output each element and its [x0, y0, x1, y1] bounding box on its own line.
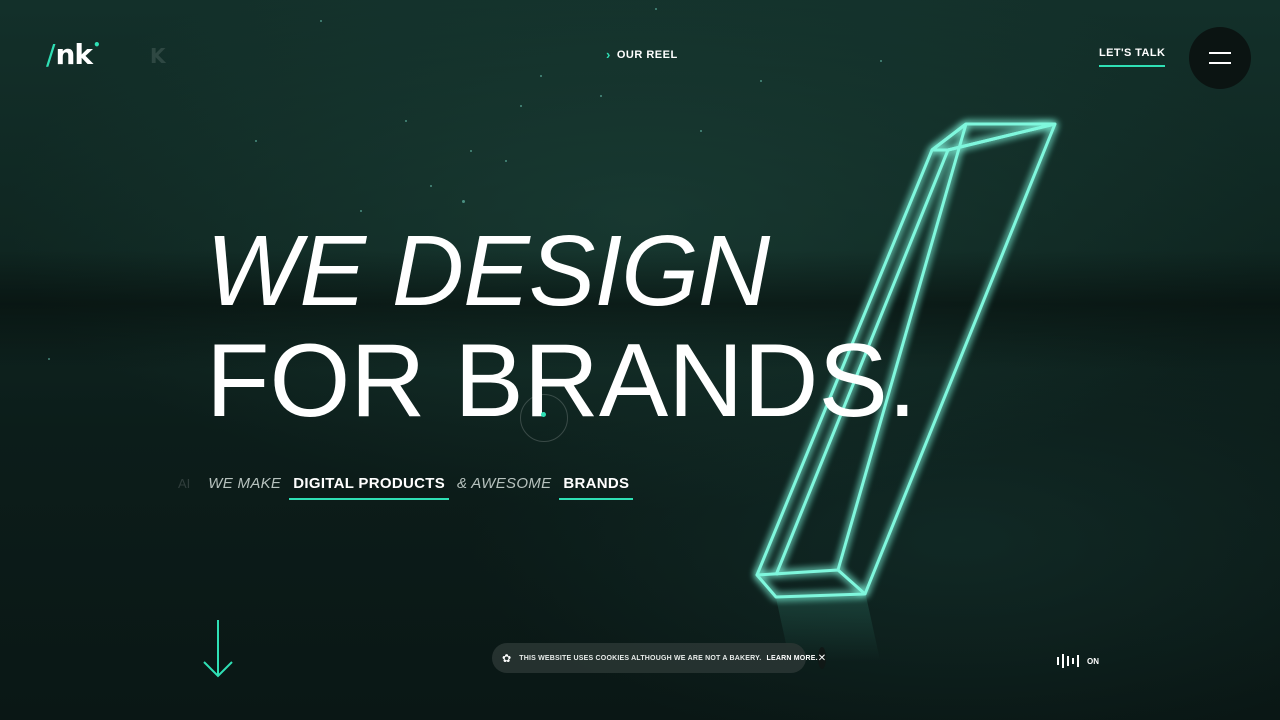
custom-cursor-ring: [520, 394, 568, 442]
menu-icon-bar-bottom: [1209, 62, 1231, 64]
logo-ghost-letter: K: [150, 44, 166, 68]
our-reel-label: OUR REEL: [616, 48, 678, 61]
menu-icon-bar-top: [1209, 52, 1231, 54]
site-logo[interactable]: /nk•: [46, 38, 101, 71]
our-reel-link[interactable]: › OUR REEL: [606, 47, 678, 62]
sound-toggle[interactable]: ON: [1057, 654, 1099, 668]
lets-talk-link[interactable]: LET'S TALK: [1099, 47, 1166, 67]
hero-period: .: [887, 323, 917, 439]
learn-more-link[interactable]: LEARN MORE.: [767, 655, 818, 662]
subline-prefix: WE MAKE: [208, 475, 282, 492]
landing-page: /nk• K › OUR REEL LET'S TALK WE DESIGN F…: [0, 0, 1280, 720]
chevron-right-icon: ›: [606, 47, 611, 62]
hero-headline-line1: WE DESIGN: [206, 215, 770, 327]
logo-dot: •: [93, 38, 101, 52]
digital-products-link[interactable]: DIGITAL PRODUCTS: [289, 475, 449, 500]
subline-ghost-text: AI: [178, 476, 191, 491]
logo-slash: /: [46, 38, 55, 71]
arrow-down-icon[interactable]: [200, 618, 236, 682]
subline-middle: & AWESOME: [457, 475, 552, 492]
cookie-message: THIS WEBSITE USES COOKIES ALTHOUGH WE AR…: [519, 655, 818, 662]
sound-label: ON: [1087, 656, 1099, 666]
close-icon[interactable]: ✕: [817, 647, 827, 669]
menu-button[interactable]: [1189, 27, 1251, 89]
logo-text: nk: [55, 38, 93, 71]
cookie-icon: ✿: [502, 652, 512, 665]
hero-subline: AI WE MAKE DIGITAL PRODUCTS & AWESOME BR…: [178, 475, 634, 500]
brands-link[interactable]: BRANDS: [559, 475, 634, 500]
cookie-banner: ✿ THIS WEBSITE USES COOKIES ALTHOUGH WE …: [492, 643, 827, 673]
sound-wave-icon: [1057, 654, 1079, 668]
custom-cursor-dot: [541, 412, 546, 417]
cookie-text: THIS WEBSITE USES COOKIES ALTHOUGH WE AR…: [519, 654, 762, 662]
